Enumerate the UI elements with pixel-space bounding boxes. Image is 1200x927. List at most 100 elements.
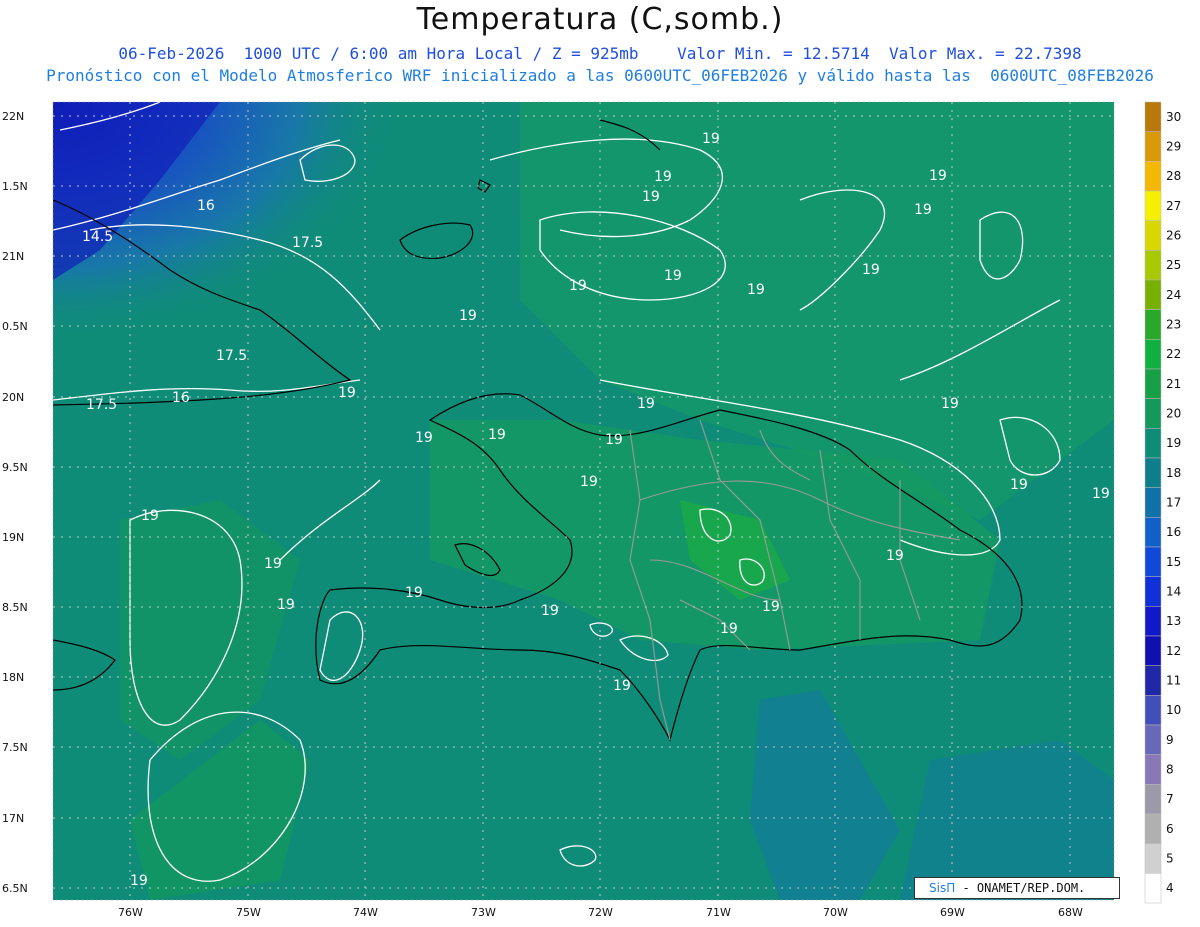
colorbar-label: 9: [1166, 733, 1174, 747]
colorbar-swatch: [1144, 339, 1162, 370]
lon-tick-label: 69W: [940, 906, 965, 919]
colorbar-label: 14: [1166, 585, 1181, 599]
credit-brand: SisΠ: [929, 881, 956, 895]
colorbar-swatch: [1144, 546, 1162, 577]
lat-axis: 22N 1.5N 21N 0.5N 20N 9.5N 19N 8.5N 18N …: [2, 110, 28, 895]
credit-org: - ONAMET/REP.DOM.: [955, 881, 1086, 895]
colorbar-swatch: [1144, 161, 1162, 192]
lon-tick-label: 71W: [706, 906, 731, 919]
colorbar-swatch: [1144, 190, 1162, 221]
contour-label: 19: [762, 599, 780, 615]
colorbar-label: 22: [1166, 347, 1181, 361]
colorbar-label: 6: [1166, 822, 1174, 836]
contour-label: 19: [1092, 486, 1110, 502]
colorbar-label: 8: [1166, 763, 1174, 777]
colorbar: 30 29 28 27 26 25 24 23 22 21 20 19 18 17 16 15 14 13 12 11…: [1144, 101, 1181, 904]
colorbar-swatch: [1144, 279, 1162, 310]
contour-label: 19: [459, 308, 477, 324]
contour-label: 19: [338, 385, 356, 401]
contour-label: 19: [541, 603, 559, 619]
colorbar-swatch: [1144, 695, 1162, 726]
lon-tick-label: 74W: [353, 906, 378, 919]
lat-tick-label: 18N: [2, 671, 24, 684]
colorbar-swatch: [1144, 813, 1162, 844]
colorbar-swatch: [1144, 724, 1162, 755]
contour-label: 19: [1010, 477, 1028, 493]
colorbar-label: 7: [1166, 792, 1174, 806]
contour-label: 19: [886, 548, 904, 564]
contour-label: 19: [613, 678, 631, 694]
credit-box: SisΠ - ONAMET/REP.DOM.: [914, 877, 1120, 899]
lat-tick-label: 19N: [2, 531, 24, 544]
colorbar-label: 15: [1166, 555, 1181, 569]
colorbar-label: 11: [1166, 674, 1181, 688]
contour-label: 19: [141, 508, 159, 524]
colorbar-swatch: [1144, 754, 1162, 785]
colorbar-label: 26: [1166, 229, 1181, 243]
colorbar-swatch: [1144, 517, 1162, 548]
colorbar-label: 13: [1166, 614, 1181, 628]
colorbar-swatch: [1144, 309, 1162, 340]
cool-patch-southeast: [900, 740, 1114, 900]
contour-label: 19: [702, 131, 720, 147]
contour-label: 17.5: [292, 235, 323, 251]
colorbar-swatch: [1144, 784, 1162, 815]
contour-label: 19: [929, 168, 947, 184]
colorbar-label: 18: [1166, 466, 1181, 480]
lon-tick-label: 72W: [588, 906, 613, 919]
contour-label: 14.5: [82, 229, 113, 245]
contour-label: 19: [941, 396, 959, 412]
colorbar-swatch: [1144, 398, 1162, 429]
colorbar-swatch: [1144, 457, 1162, 488]
contour-label: 19: [720, 621, 738, 637]
contour-label: 19: [605, 432, 623, 448]
lat-tick-label: 22N: [2, 110, 24, 123]
colorbar-swatch: [1144, 220, 1162, 251]
colorbar-label: 21: [1166, 377, 1181, 391]
colorbar-swatch: [1144, 250, 1162, 281]
lat-tick-label: 9.5N: [2, 461, 28, 474]
lon-tick-label: 68W: [1058, 906, 1083, 919]
colorbar-label: 4: [1166, 881, 1174, 895]
colorbar-label: 12: [1166, 644, 1181, 658]
colorbar-swatch: [1144, 131, 1162, 162]
lon-axis: 76W 75W 74W 73W 72W 71W 70W 69W 68W: [118, 906, 1083, 919]
colorbar-label: 28: [1166, 169, 1181, 183]
colorbar-swatch: [1144, 368, 1162, 399]
contour-label: 17.5: [86, 397, 117, 413]
contour-label: 16: [172, 390, 190, 406]
contour-label: 17.5: [216, 348, 247, 364]
colorbar-label: 17: [1166, 496, 1181, 510]
lat-tick-label: 8.5N: [2, 601, 28, 614]
colorbar-label: 10: [1166, 703, 1181, 717]
contour-label: 19: [747, 282, 765, 298]
colorbar-label: 23: [1166, 318, 1181, 332]
colorbar-label: 27: [1166, 199, 1181, 213]
colorbar-label: 16: [1166, 525, 1181, 539]
contour-label: 19: [488, 427, 506, 443]
lon-tick-label: 73W: [471, 906, 496, 919]
lat-tick-label: 0.5N: [2, 320, 28, 333]
colorbar-label: 30: [1166, 110, 1181, 124]
contour-label: 19: [654, 169, 672, 185]
colorbar-swatch: [1144, 101, 1162, 132]
contour-label: 19: [277, 597, 295, 613]
contour-label: 19: [415, 430, 433, 446]
colorbar-swatch: [1144, 635, 1162, 666]
lon-tick-label: 75W: [236, 906, 261, 919]
contour-label: 16: [197, 198, 215, 214]
colorbar-label: 29: [1166, 140, 1181, 154]
lat-tick-label: 6.5N: [2, 882, 28, 895]
colorbar-swatch: [1144, 665, 1162, 696]
lat-tick-label: 21N: [2, 250, 24, 263]
lat-tick-label: 20N: [2, 391, 24, 404]
colorbar-swatch: [1144, 873, 1162, 904]
lat-tick-label: 17N: [2, 812, 24, 825]
lat-tick-label: 7.5N: [2, 741, 28, 754]
colorbar-swatch: [1144, 487, 1162, 518]
colorbar-label: 5: [1166, 852, 1174, 866]
contour-label: 19: [569, 278, 587, 294]
colorbar-label: 24: [1166, 288, 1181, 302]
contour-label: 19: [637, 396, 655, 412]
contour-label: 19: [264, 556, 282, 572]
